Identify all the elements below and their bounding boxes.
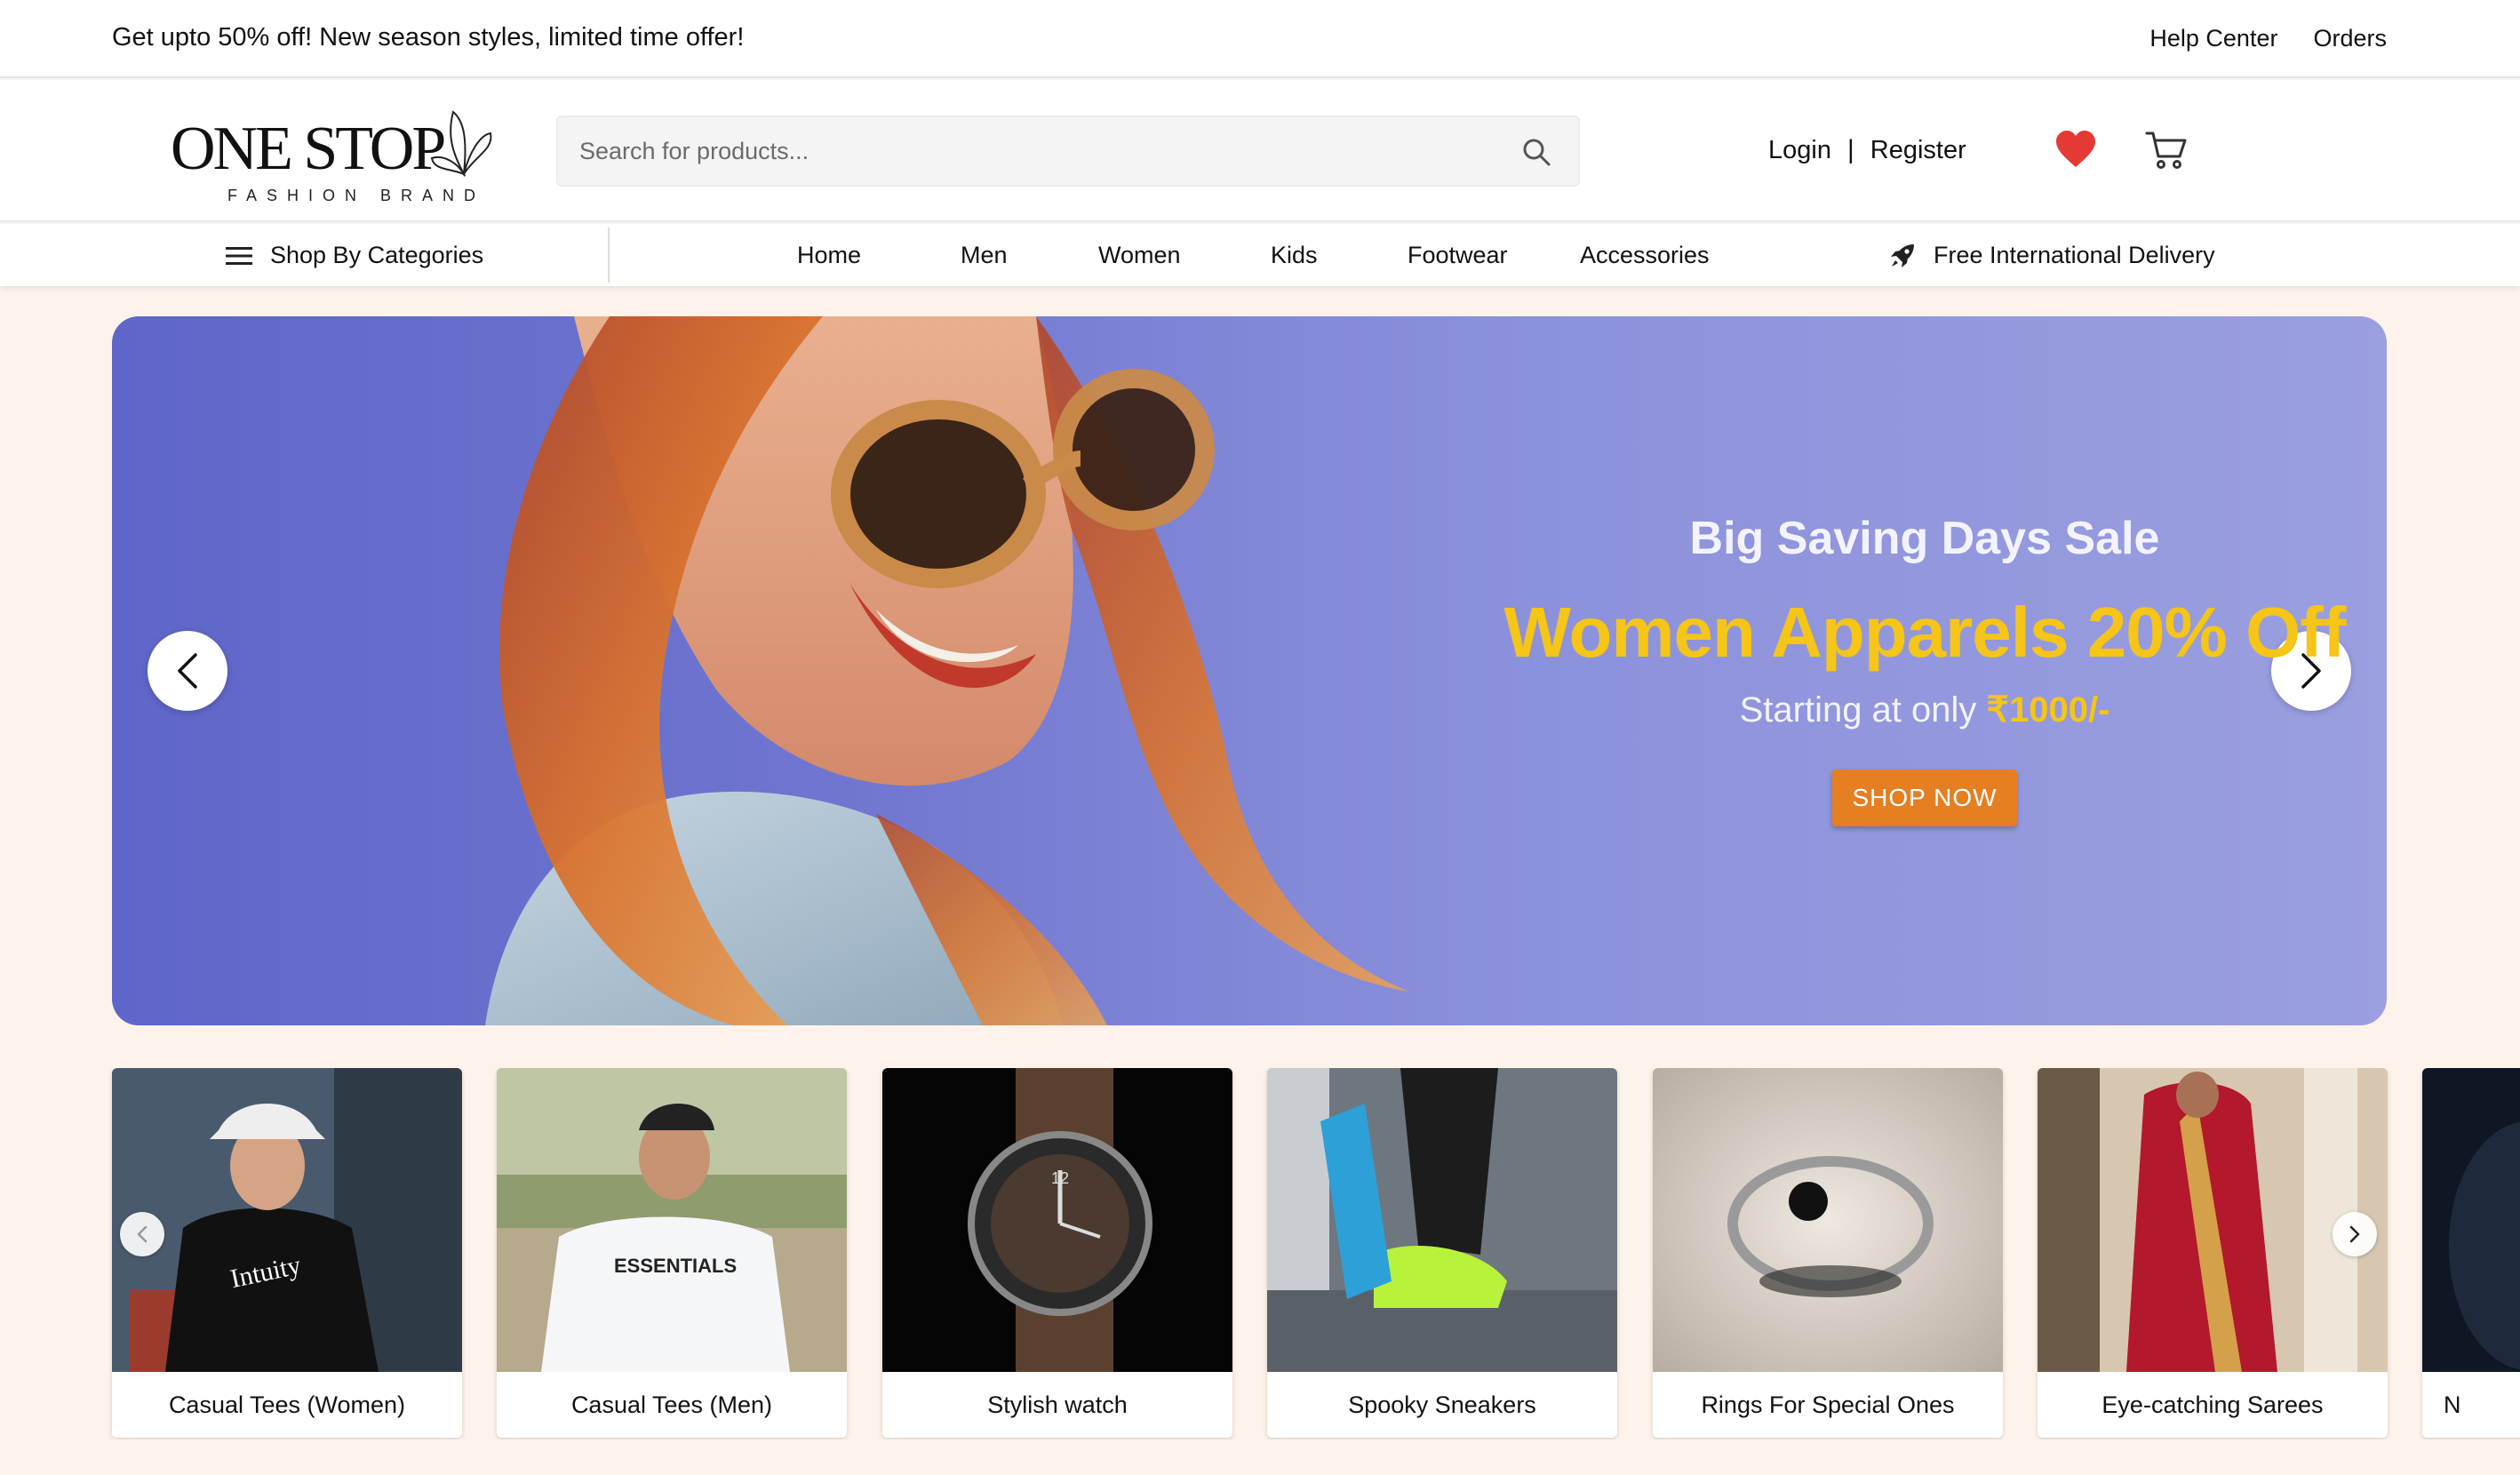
shop-by-categories-button[interactable]: Shop By Categories [226, 242, 483, 269]
nav-item-kids[interactable]: Kids [1271, 242, 1318, 269]
hero-price-prefix: Starting at only [1739, 690, 1987, 730]
promo-text: Get upto 50% off! New season styles, lim… [112, 23, 745, 52]
chevron-left-icon [137, 1225, 148, 1243]
announcement-bar: Get upto 50% off! New season styles, lim… [0, 0, 2520, 78]
hero-prev-arrow[interactable] [148, 631, 227, 711]
logo-tagline: FASHION BRAND [227, 187, 486, 204]
help-center-link[interactable]: Help Center [2149, 25, 2277, 52]
category-label: Spooky Sneakers [1348, 1391, 1536, 1418]
delivery-label: Free International Delivery [1934, 242, 2215, 268]
category-label: Eye-catching Sarees [2101, 1391, 2324, 1418]
category-image-men-tees: ESSENTIALS [497, 1068, 847, 1372]
hamburger-menu-icon [226, 246, 252, 265]
category-carousel: Intuity Casual Tees (Women) ESSENTIALS C… [0, 1068, 2520, 1439]
register-link[interactable]: Register [1870, 136, 1966, 165]
chevron-right-icon [2349, 1225, 2360, 1243]
categories-label: Shop By Categories [270, 242, 484, 268]
nav-item-accessories[interactable]: Accessories [1580, 242, 1710, 269]
rocket-icon [1891, 243, 1914, 267]
category-label: Stylish watch [987, 1391, 1128, 1418]
top-links: Help Center Orders [2149, 25, 2387, 52]
orders-link[interactable]: Orders [2313, 25, 2387, 52]
carousel-next-arrow[interactable] [2333, 1212, 2377, 1256]
category-label: Casual Tees (Men) [570, 1391, 773, 1418]
nav-divider [608, 227, 610, 283]
nav-item-men[interactable]: Men [961, 242, 1008, 269]
main-nav: Shop By Categories Home Men Women Kids F… [0, 224, 2520, 286]
category-image-women-tees: Intuity [112, 1068, 462, 1372]
category-label: Rings For Special Ones [1701, 1391, 1955, 1418]
hero-banner: Big Saving Days Sale Women Apparels 20% … [112, 316, 2387, 1025]
hero-model-image [485, 316, 1409, 1025]
login-link[interactable]: Login [1768, 136, 1831, 165]
svg-text:12: 12 [1051, 1169, 1069, 1187]
hero-offer-headline: Women Apparels 20% Off [1503, 593, 2346, 672]
svg-text:ESSENTIALS: ESSENTIALS [614, 1255, 737, 1277]
category-image-saree [2038, 1068, 2388, 1372]
wishlist-heart-icon[interactable] [2054, 130, 2097, 169]
hero-price: ₹1000/- [1986, 690, 2110, 730]
category-image-partial [2422, 1068, 2520, 1372]
search-input[interactable] [579, 117, 1468, 185]
nav-item-home[interactable]: Home [797, 242, 861, 269]
category-card[interactable]: Rings For Special Ones [1653, 1068, 2003, 1438]
search-icon[interactable] [1521, 137, 1551, 167]
category-image-sneakers [1267, 1068, 1617, 1372]
logo-wordmark: ONE STOP [171, 115, 446, 183]
category-card[interactable]: Intuity Casual Tees (Women) [112, 1068, 462, 1438]
search-bar [556, 116, 1580, 187]
shop-now-button[interactable]: SHOP NOW [1832, 769, 2017, 826]
category-label: Casual Tees (Women) [168, 1391, 406, 1418]
butterfly-icon [430, 110, 492, 178]
category-card[interactable]: Eye-catching Sarees [2038, 1068, 2388, 1438]
chevron-left-icon [178, 653, 197, 689]
auth-links: Login | Register [1768, 135, 1966, 165]
cart-icon[interactable] [2145, 130, 2188, 171]
category-card[interactable]: N [2422, 1068, 2520, 1438]
category-image-ring [1653, 1068, 2003, 1372]
carousel-prev-arrow[interactable] [120, 1212, 164, 1256]
nav-item-footwear[interactable]: Footwear [1408, 242, 1508, 269]
category-label: N [2444, 1391, 2461, 1418]
category-card[interactable]: 12 Stylish watch [882, 1068, 1232, 1438]
brand-logo[interactable]: ONE STOP FASHION BRAND [169, 96, 524, 204]
category-image-watch: 12 [882, 1068, 1232, 1372]
free-delivery-notice: Free International Delivery [1889, 242, 2215, 269]
category-card[interactable]: ESSENTIALS Casual Tees (Men) [497, 1068, 847, 1438]
category-card[interactable]: Spooky Sneakers [1267, 1068, 1617, 1438]
auth-separator: | [1846, 135, 1854, 164]
site-header: ONE STOP FASHION BRAND Login | Register [0, 80, 2520, 222]
hero-copy: Big Saving Days Sale Women Apparels 20% … [1409, 512, 2387, 826]
hero-price-line: Starting at only ₹1000/- [1409, 690, 2387, 730]
nav-item-women[interactable]: Women [1098, 242, 1181, 269]
hero-sale-title: Big Saving Days Sale [1689, 513, 2160, 564]
